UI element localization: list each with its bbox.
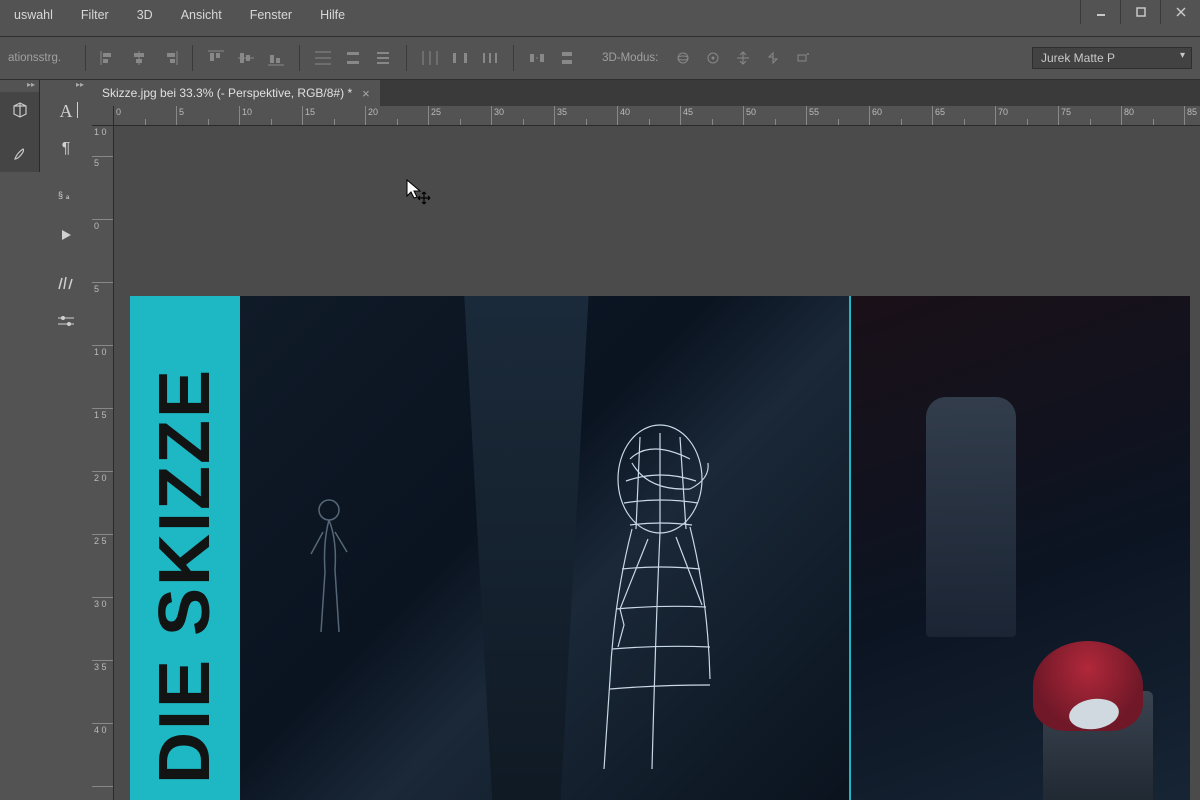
3d-slide-icon[interactable] — [760, 45, 786, 71]
play-action-icon[interactable] — [44, 216, 88, 254]
close-button[interactable] — [1160, 0, 1200, 24]
distribute-right-icon[interactable] — [477, 45, 503, 71]
window-controls — [1080, 0, 1200, 24]
menu-hilfe[interactable]: Hilfe — [306, 6, 359, 24]
text-tool-icon[interactable]: A — [44, 92, 88, 130]
tab-close-icon[interactable]: × — [362, 86, 370, 101]
workspace-dropdown[interactable]: Jurek Matte P — [1032, 47, 1192, 69]
glyph-tool-icon[interactable]: §ª — [44, 178, 88, 216]
menu-3d[interactable]: 3D — [123, 6, 167, 24]
ruler-vertical[interactable]: 1 0 5 0 5 1 0 1 5 2 0 2 5 3 0 3 5 4 0 — [92, 126, 114, 800]
document-tab-bar: Skizze.jpg bei 33.3% (- Perspektive, RGB… — [92, 80, 1200, 106]
document-tab-title: Skizze.jpg bei 33.3% (- Perspektive, RGB… — [102, 86, 352, 100]
divider — [406, 45, 407, 71]
title-band: DIE SKIZZE — [130, 296, 240, 800]
canvas-image[interactable]: DIE SKIZZE — [130, 296, 1190, 800]
title-band-text: DIE SKIZZE — [144, 368, 226, 784]
align-right-icon[interactable] — [156, 45, 182, 71]
align-vcenter-icon[interactable] — [233, 45, 259, 71]
align-bottom-icon[interactable] — [263, 45, 289, 71]
3d-roll-icon[interactable] — [700, 45, 726, 71]
paragraph-tool-icon[interactable]: ¶ — [44, 130, 88, 168]
ruler-origin[interactable] — [92, 106, 114, 126]
menu-filter[interactable]: Filter — [67, 6, 123, 24]
maximize-button[interactable] — [1120, 0, 1160, 24]
tool-strip: ▸▸ A ¶ §ª — [44, 80, 88, 340]
svg-text:ª: ª — [66, 194, 70, 204]
distribute-left-icon[interactable] — [417, 45, 443, 71]
3d-orbit-icon[interactable] — [670, 45, 696, 71]
minimize-button[interactable] — [1080, 0, 1120, 24]
3d-pan-icon[interactable] — [730, 45, 756, 71]
sketch-panel — [240, 296, 851, 800]
brush-panel-icon[interactable] — [0, 136, 40, 172]
divider — [299, 45, 300, 71]
tool-expand-handle[interactable]: ▸▸ — [44, 80, 88, 92]
document-tab[interactable]: Skizze.jpg bei 33.3% (- Perspektive, RGB… — [92, 80, 380, 106]
align-top-icon[interactable] — [203, 45, 229, 71]
distribute-vcenter-icon[interactable] — [340, 45, 366, 71]
distribute-top-icon[interactable] — [310, 45, 336, 71]
options-bar: ationsstrg. 3D-Modus: Jurek Matte P — [0, 36, 1200, 80]
distribute-spacing-h-icon[interactable] — [524, 45, 550, 71]
divider — [85, 45, 86, 71]
svg-text:§: § — [58, 190, 63, 200]
distribute-bottom-icon[interactable] — [370, 45, 396, 71]
options-left-label: ationsstrg. — [8, 52, 61, 64]
menu-fenster[interactable]: Fenster — [236, 6, 306, 24]
brushes-icon[interactable] — [44, 264, 88, 302]
3d-mode-label: 3D-Modus: — [602, 52, 658, 64]
distribute-spacing-v-icon[interactable] — [554, 45, 580, 71]
final-panel — [851, 296, 1190, 800]
align-left-icon[interactable] — [96, 45, 122, 71]
menu-auswahl[interactable]: uswahl — [0, 6, 67, 24]
divider — [513, 45, 514, 71]
distribute-hcenter-icon[interactable] — [447, 45, 473, 71]
document-area: Skizze.jpg bei 33.3% (- Perspektive, RGB… — [92, 80, 1200, 800]
3d-panel-icon[interactable] — [0, 92, 40, 128]
panel-expand-handle[interactable]: ▸▸ — [0, 80, 39, 92]
menu-ansicht[interactable]: Ansicht — [167, 6, 236, 24]
adjustment-icon[interactable] — [44, 302, 88, 340]
ruler-horizontal[interactable]: 0 5 10 15 20 25 30 35 40 45 50 55 60 65 … — [114, 106, 1200, 126]
align-hcenter-icon[interactable] — [126, 45, 152, 71]
menu-bar: uswahl Filter 3D Ansicht Fenster Hilfe — [0, 4, 359, 26]
left-panel-dock: ▸▸ — [0, 80, 40, 172]
canvas-viewport[interactable]: DIE SKIZZE — [114, 126, 1200, 800]
divider — [192, 45, 193, 71]
3d-scale-icon[interactable] — [790, 45, 816, 71]
